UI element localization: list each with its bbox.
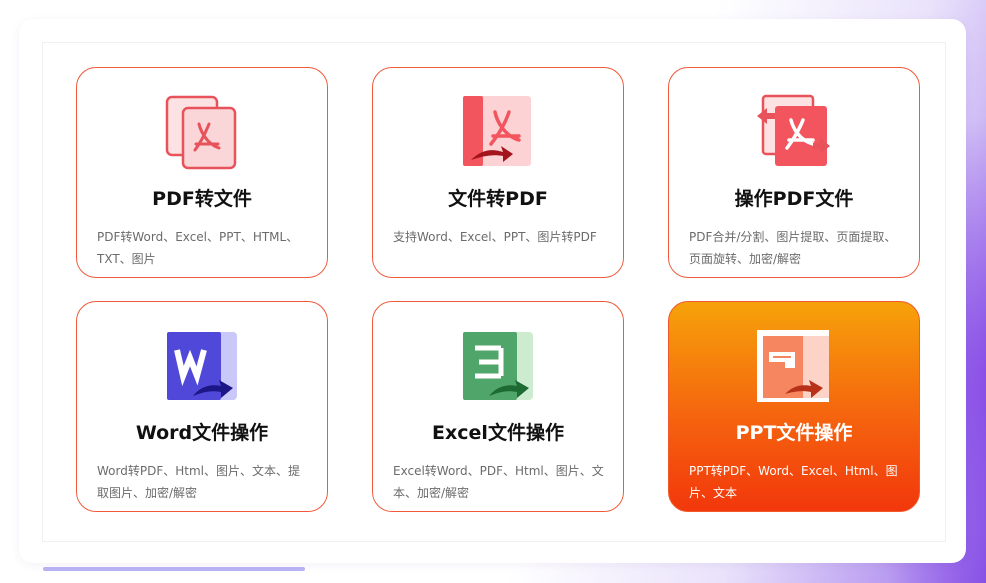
card-description: PPT转PDF、Word、Excel、Html、图片、文本 [689,464,898,500]
card-title: Word文件操作 [135,422,269,444]
pdf-to-file-icon [165,95,237,170]
card-title: 文件转PDF [448,188,548,210]
card-title: Excel文件操作 [432,422,564,444]
excel-file-icon [463,332,533,400]
card-ppt-file[interactable]: PPT文件操作 PPT转PDF、Word、Excel、Html、图片、文本 [668,301,920,512]
card-file-to-pdf[interactable]: 文件转PDF 支持Word、Excel、PPT、图片转PDF [372,67,624,278]
card-pdf-to-file[interactable]: PDF转文件 PDF转Word、Excel、PPT、HTML、TXT、图片 [76,67,328,278]
card-description: Word转PDF、Html、图片、文本、提取图片、加密/解密 [97,464,300,500]
card-description: 支持Word、Excel、PPT、图片转PDF [393,230,597,244]
card-description: Excel转Word、PDF、Html、图片、文本、加密/解密 [393,464,604,500]
card-word-file[interactable]: Word文件操作 Word转PDF、Html、图片、文本、提取图片、加密/解密 [76,301,328,512]
card-description: PDF合并/分割、图片提取、页面提取、页面旋转、加密/解密 [689,230,897,266]
card-description: PDF转Word、Excel、PPT、HTML、TXT、图片 [97,230,299,266]
card-excel-file[interactable]: Excel文件操作 Excel转Word、PDF、Html、图片、文本、加密/解… [372,301,624,512]
operate-pdf-icon [757,94,830,166]
horizontal-scrollbar[interactable] [43,567,305,571]
card-operate-pdf[interactable]: 操作PDF文件 PDF合并/分割、图片提取、页面提取、页面旋转、加密/解密 [668,67,920,278]
card-title: PPT文件操作 [735,422,853,444]
ppt-file-icon [757,330,829,402]
word-file-icon [167,332,237,400]
card-title: 操作PDF文件 [734,188,854,210]
card-title: PDF转文件 [152,188,252,210]
file-to-pdf-icon [463,96,531,166]
